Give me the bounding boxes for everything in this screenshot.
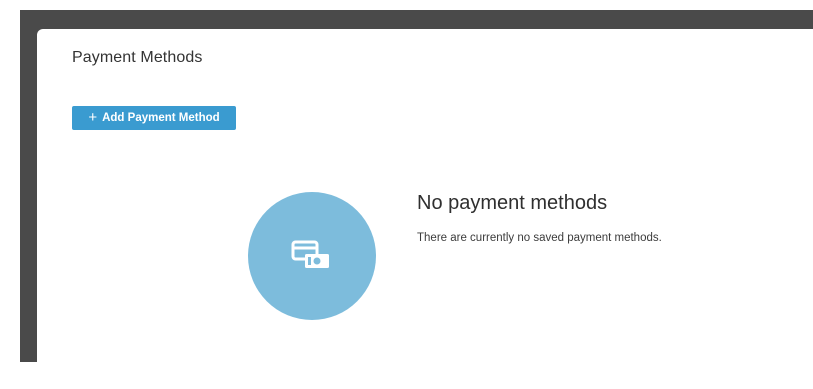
- add-payment-method-button[interactable]: + Add Payment Method: [72, 106, 236, 130]
- left-gutter: [0, 10, 20, 362]
- empty-state-title: No payment methods: [417, 192, 608, 214]
- payment-methods-panel: Payment Methods + Add Payment Method No …: [37, 29, 813, 389]
- empty-state-message: There are currently no saved payment met…: [417, 232, 662, 244]
- add-payment-method-label: Add Payment Method: [102, 112, 220, 124]
- credit-card-cash-icon: [291, 240, 329, 268]
- plus-icon: +: [88, 109, 98, 126]
- page-title: Payment Methods: [72, 49, 203, 66]
- empty-state-illustration: [248, 192, 376, 320]
- top-spacer: [0, 0, 813, 10]
